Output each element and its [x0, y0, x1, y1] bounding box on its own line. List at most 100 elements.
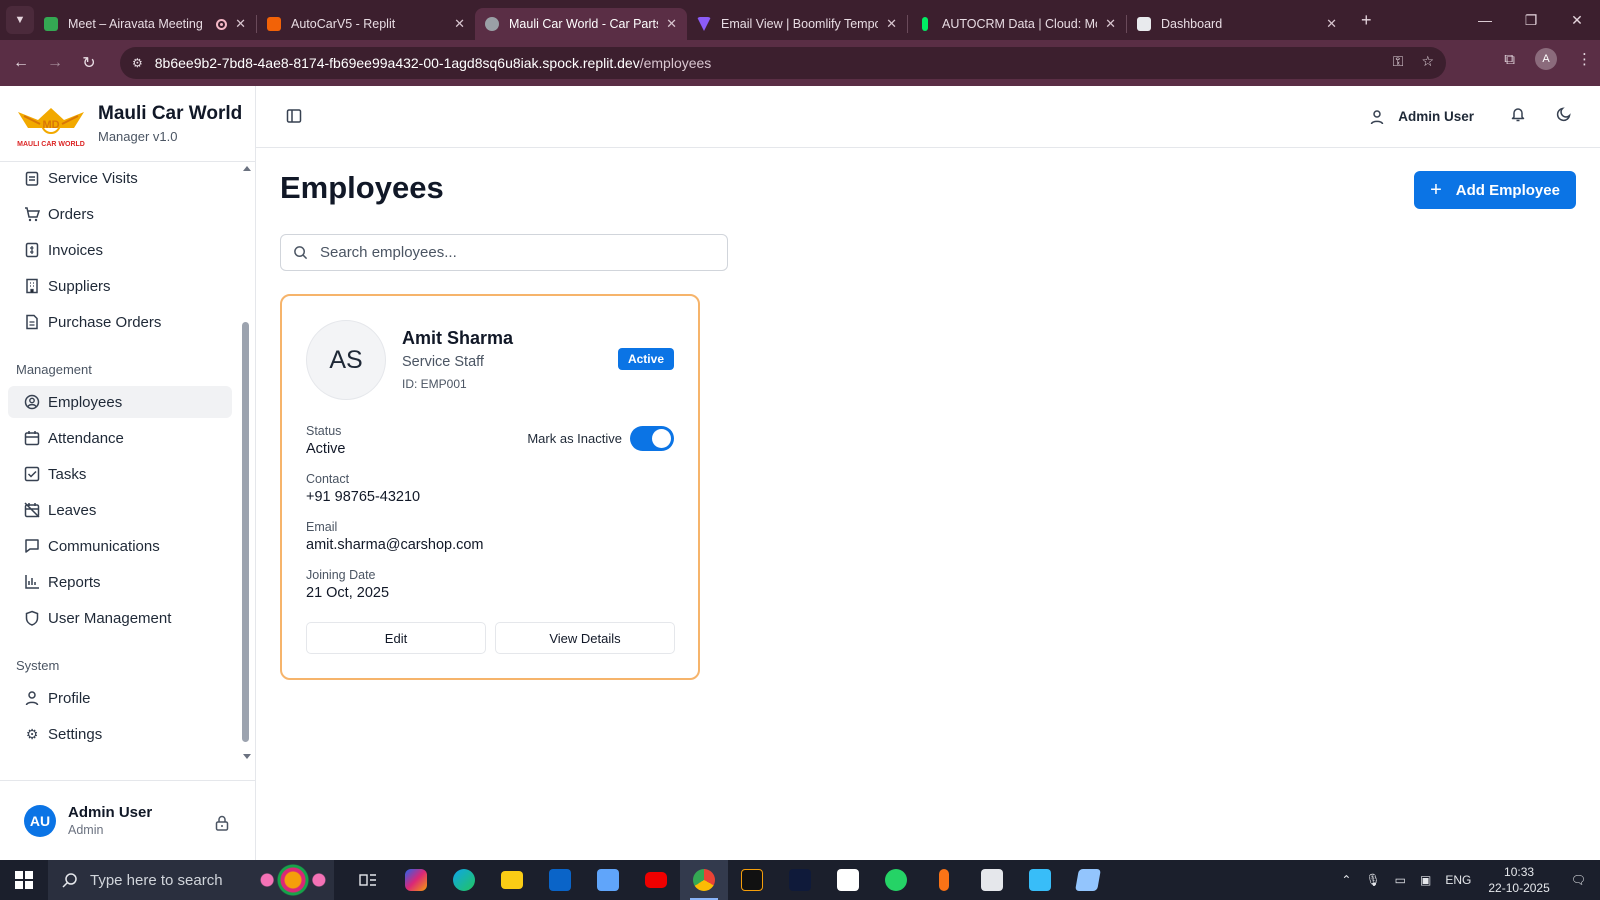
whatsapp-icon[interactable] — [872, 860, 920, 900]
tab-dashboard[interactable]: Dashboard ✕ — [1127, 8, 1347, 40]
copilot-icon[interactable] — [392, 860, 440, 900]
scroll-down-arrow-icon[interactable] — [243, 754, 251, 759]
new-tab-icon[interactable]: + — [1361, 10, 1372, 31]
active-toggle-switch[interactable] — [630, 426, 674, 451]
document-icon — [1137, 17, 1151, 31]
sidebar-item-user-management[interactable]: User Management — [8, 602, 232, 634]
lock-icon[interactable] — [215, 815, 229, 836]
close-tab-icon[interactable]: ✕ — [235, 16, 246, 32]
microphone-tray-icon[interactable]: 🎙︎ — [1365, 873, 1380, 887]
joining-date-label: Joining Date — [306, 568, 376, 582]
more-menu-icon[interactable]: ⋮ — [1577, 50, 1592, 68]
youtube-icon[interactable] — [632, 860, 680, 900]
bell-icon[interactable] — [1510, 106, 1526, 127]
snipping-tool-icon[interactable] — [1016, 860, 1064, 900]
user-icon — [24, 690, 40, 706]
solitaire-icon[interactable] — [968, 860, 1016, 900]
sidebar-item-purchase-orders[interactable]: Purchase Orders — [8, 306, 232, 338]
sony-liv-icon[interactable] — [728, 860, 776, 900]
edit-button[interactable]: Edit — [306, 622, 486, 654]
avatar[interactable]: AU — [24, 804, 56, 837]
email-value: amit.sharma@carshop.com — [306, 537, 484, 553]
tab-meet[interactable]: Meet – Airavata Meeting ✕ — [34, 8, 256, 40]
tab-replit[interactable]: AutoCarV5 - Replit ✕ — [257, 8, 475, 40]
taskbar-clock[interactable]: 10:33 22-10-2025 — [1488, 864, 1549, 896]
close-tab-icon[interactable]: ✕ — [1326, 16, 1337, 32]
sidebar-item-service-visits[interactable]: Service Visits — [8, 162, 232, 194]
tab-title: AUTOCRM Data | Cloud: Mo — [942, 17, 1098, 31]
tab-boomlify[interactable]: Email View | Boomlify Tempo ✕ — [687, 8, 907, 40]
toggle-label: Mark as Inactive — [527, 431, 622, 446]
close-tab-icon[interactable]: ✕ — [1105, 16, 1116, 32]
notepad-icon[interactable] — [1064, 860, 1112, 900]
sidebar-item-reports[interactable]: Reports — [8, 566, 232, 598]
tab-mauli-active[interactable]: Mauli Car World - Car Parts & ✕ — [475, 8, 687, 40]
scrollbar-thumb[interactable] — [242, 322, 249, 742]
task-view-icon[interactable] — [344, 860, 392, 900]
close-window-icon[interactable]: ✕ — [1554, 0, 1600, 40]
scroll-up-arrow-icon[interactable] — [243, 166, 251, 171]
email-label: Email — [306, 520, 338, 534]
outlook-icon[interactable] — [536, 860, 584, 900]
close-tab-icon[interactable]: ✕ — [886, 16, 897, 32]
header-user-menu[interactable]: Admin User — [1370, 109, 1474, 125]
address-bar[interactable]: ⚙ 8b6ee9b2-7bd8-4ae8-8174-fb69ee99a432-0… — [120, 47, 1446, 79]
url-text[interactable]: 8b6ee9b2-7bd8-4ae8-8174-fb69ee99a432-00-… — [155, 55, 712, 71]
tab-mongodb[interactable]: AUTOCRM Data | Cloud: Mo ✕ — [908, 8, 1126, 40]
close-tab-icon[interactable]: ✕ — [666, 16, 677, 32]
microphone-icon[interactable] — [920, 860, 968, 900]
shield-icon — [24, 610, 40, 626]
sidebar: MD MAULI CAR WORLD Mauli Car World Manag… — [0, 86, 256, 860]
sidebar-item-leaves[interactable]: Leaves — [8, 494, 232, 526]
sidebar-item-orders[interactable]: Orders — [8, 198, 232, 230]
language-indicator[interactable]: ENG — [1445, 873, 1471, 887]
minimize-icon[interactable]: — — [1462, 0, 1508, 40]
window-controls: — ❐ ✕ — [1462, 0, 1600, 40]
tab-title: Email View | Boomlify Tempo — [721, 17, 879, 31]
control-panel-icon[interactable] — [584, 860, 632, 900]
sidebar-item-tasks[interactable]: Tasks — [8, 458, 232, 490]
tab-search-button[interactable]: ▼ — [6, 6, 34, 34]
sidebar-item-attendance[interactable]: Attendance — [8, 422, 232, 454]
sidebar-item-employees[interactable]: Employees — [8, 386, 232, 418]
add-employee-button[interactable]: + Add Employee — [1414, 171, 1576, 209]
battery-icon[interactable]: ▭ — [1395, 873, 1406, 887]
browser-profile-avatar[interactable]: A — [1535, 48, 1557, 70]
forward-icon[interactable]: → — [38, 54, 72, 72]
site-info-icon[interactable]: ⚙ — [132, 56, 143, 70]
back-icon[interactable]: ← — [4, 54, 38, 72]
edge-icon[interactable] — [440, 860, 488, 900]
browser-toolbar: ← → ↻ ⚙ 8b6ee9b2-7bd8-4ae8-8174-fb69ee99… — [0, 40, 1600, 86]
sidebar-toggle-icon[interactable] — [286, 108, 302, 129]
employee-name: Amit Sharma — [402, 328, 514, 348]
sidebar-item-communications[interactable]: Communications — [8, 530, 232, 562]
file-explorer-icon[interactable] — [488, 860, 536, 900]
taskbar-search[interactable]: Type here to search — [48, 860, 334, 900]
reload-icon[interactable]: ↻ — [72, 53, 106, 73]
svg-text:MAULI CAR WORLD: MAULI CAR WORLD — [17, 141, 85, 148]
sidebar-item-settings[interactable]: ⚙ Settings — [8, 718, 232, 750]
search-field[interactable] — [280, 234, 728, 271]
joining-date-value: 21 Oct, 2025 — [306, 585, 390, 601]
sidebar-item-profile[interactable]: Profile — [8, 682, 232, 714]
network-icon[interactable]: ▣ — [1420, 873, 1431, 887]
chrome-icon[interactable] — [680, 860, 728, 900]
view-details-button[interactable]: View Details — [495, 622, 675, 654]
bookmark-star-icon[interactable]: ☆ — [1421, 53, 1434, 70]
search-input[interactable] — [320, 244, 700, 261]
moon-icon[interactable] — [1556, 106, 1572, 127]
close-tab-icon[interactable]: ✕ — [454, 16, 465, 32]
password-key-icon[interactable]: ⚿ — [1393, 53, 1404, 70]
capcut-icon[interactable] — [824, 860, 872, 900]
hotstar-icon[interactable] — [776, 860, 824, 900]
windows-start-icon[interactable] — [0, 871, 48, 889]
brand-name: Mauli Car World — [98, 103, 243, 124]
sidebar-item-suppliers[interactable]: Suppliers — [8, 270, 232, 302]
extensions-icon[interactable]: ⧉ — [1504, 51, 1515, 68]
notification-icon[interactable]: 🗨︎ — [1571, 873, 1586, 887]
sidebar-item-invoices[interactable]: Invoices — [8, 234, 232, 266]
building-icon — [24, 278, 40, 294]
chevron-up-icon[interactable]: ⌃ — [1341, 873, 1351, 887]
sidebar-scrollbar[interactable] — [240, 162, 252, 762]
restore-icon[interactable]: ❐ — [1508, 0, 1554, 40]
